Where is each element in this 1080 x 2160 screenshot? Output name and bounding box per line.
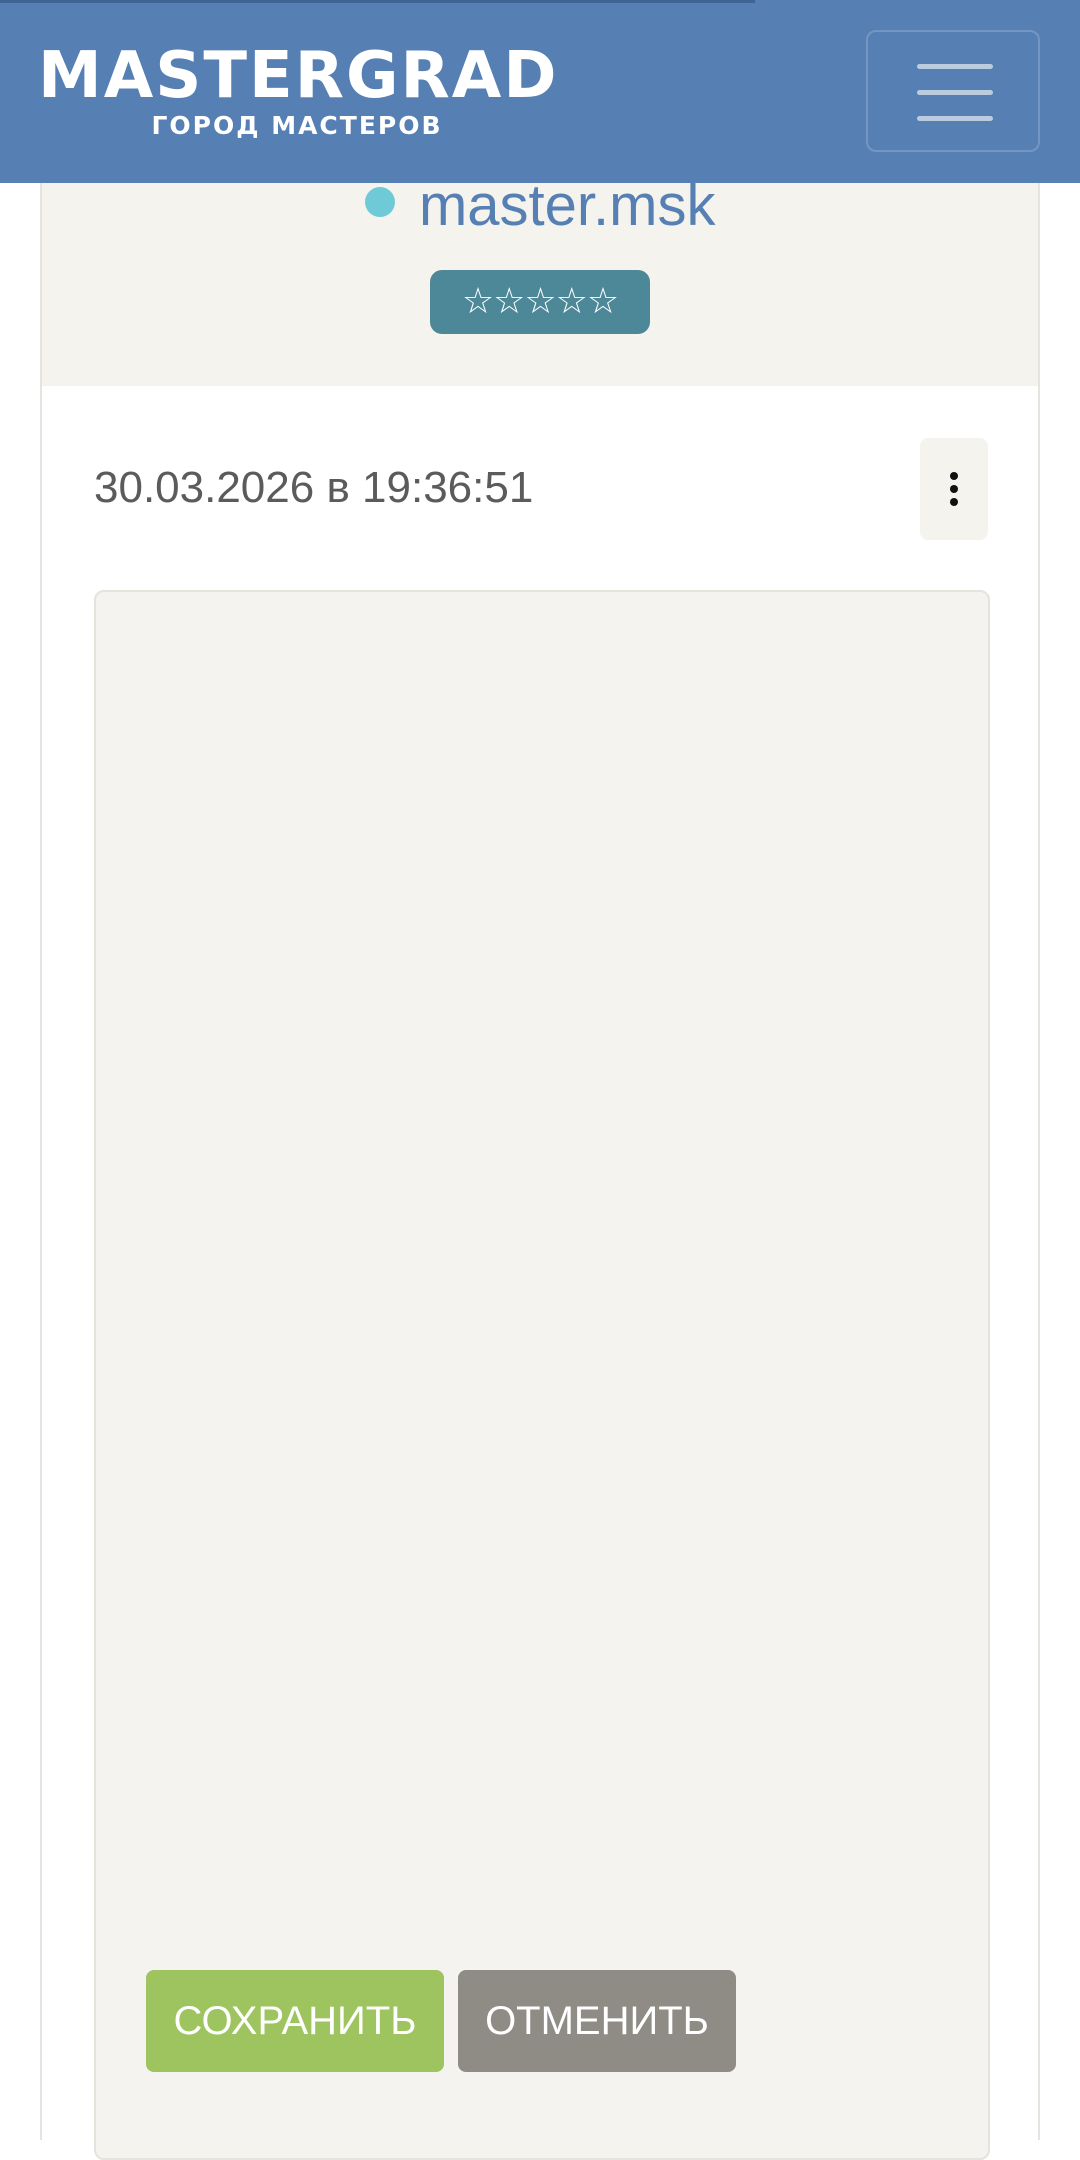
- author-panel: master.msk ☆☆☆☆☆: [42, 150, 1038, 386]
- site-logo[interactable]: MASTERGRAD ГОРОД МАСТЕРОВ: [38, 40, 558, 140]
- logo-title: MASTERGRAD: [38, 39, 559, 113]
- online-status-icon: [364, 187, 395, 217]
- cancel-button[interactable]: ОТМЕНИТЬ: [458, 1970, 736, 2072]
- page-load-progress: [0, 0, 755, 3]
- post-card: master.msk ☆☆☆☆☆ 30.03.2026 в 19:36:51: [40, 150, 1040, 2160]
- post-timestamp: 30.03.2026 в 19:36:51: [94, 463, 534, 512]
- logo-subtitle: ГОРОД МАСТЕРОВ: [151, 111, 443, 140]
- save-button[interactable]: СОХРАНИТЬ: [146, 1970, 444, 2072]
- hamburger-menu-button[interactable]: [866, 30, 1040, 152]
- author-rating-badge: ☆☆☆☆☆: [430, 270, 650, 334]
- author-row: master.msk: [42, 174, 1038, 238]
- site-header: MASTERGRAD ГОРОД МАСТЕРОВ: [0, 0, 1080, 183]
- post-edit-textarea[interactable]: [94, 590, 990, 2160]
- post-more-options-button[interactable]: [920, 438, 988, 540]
